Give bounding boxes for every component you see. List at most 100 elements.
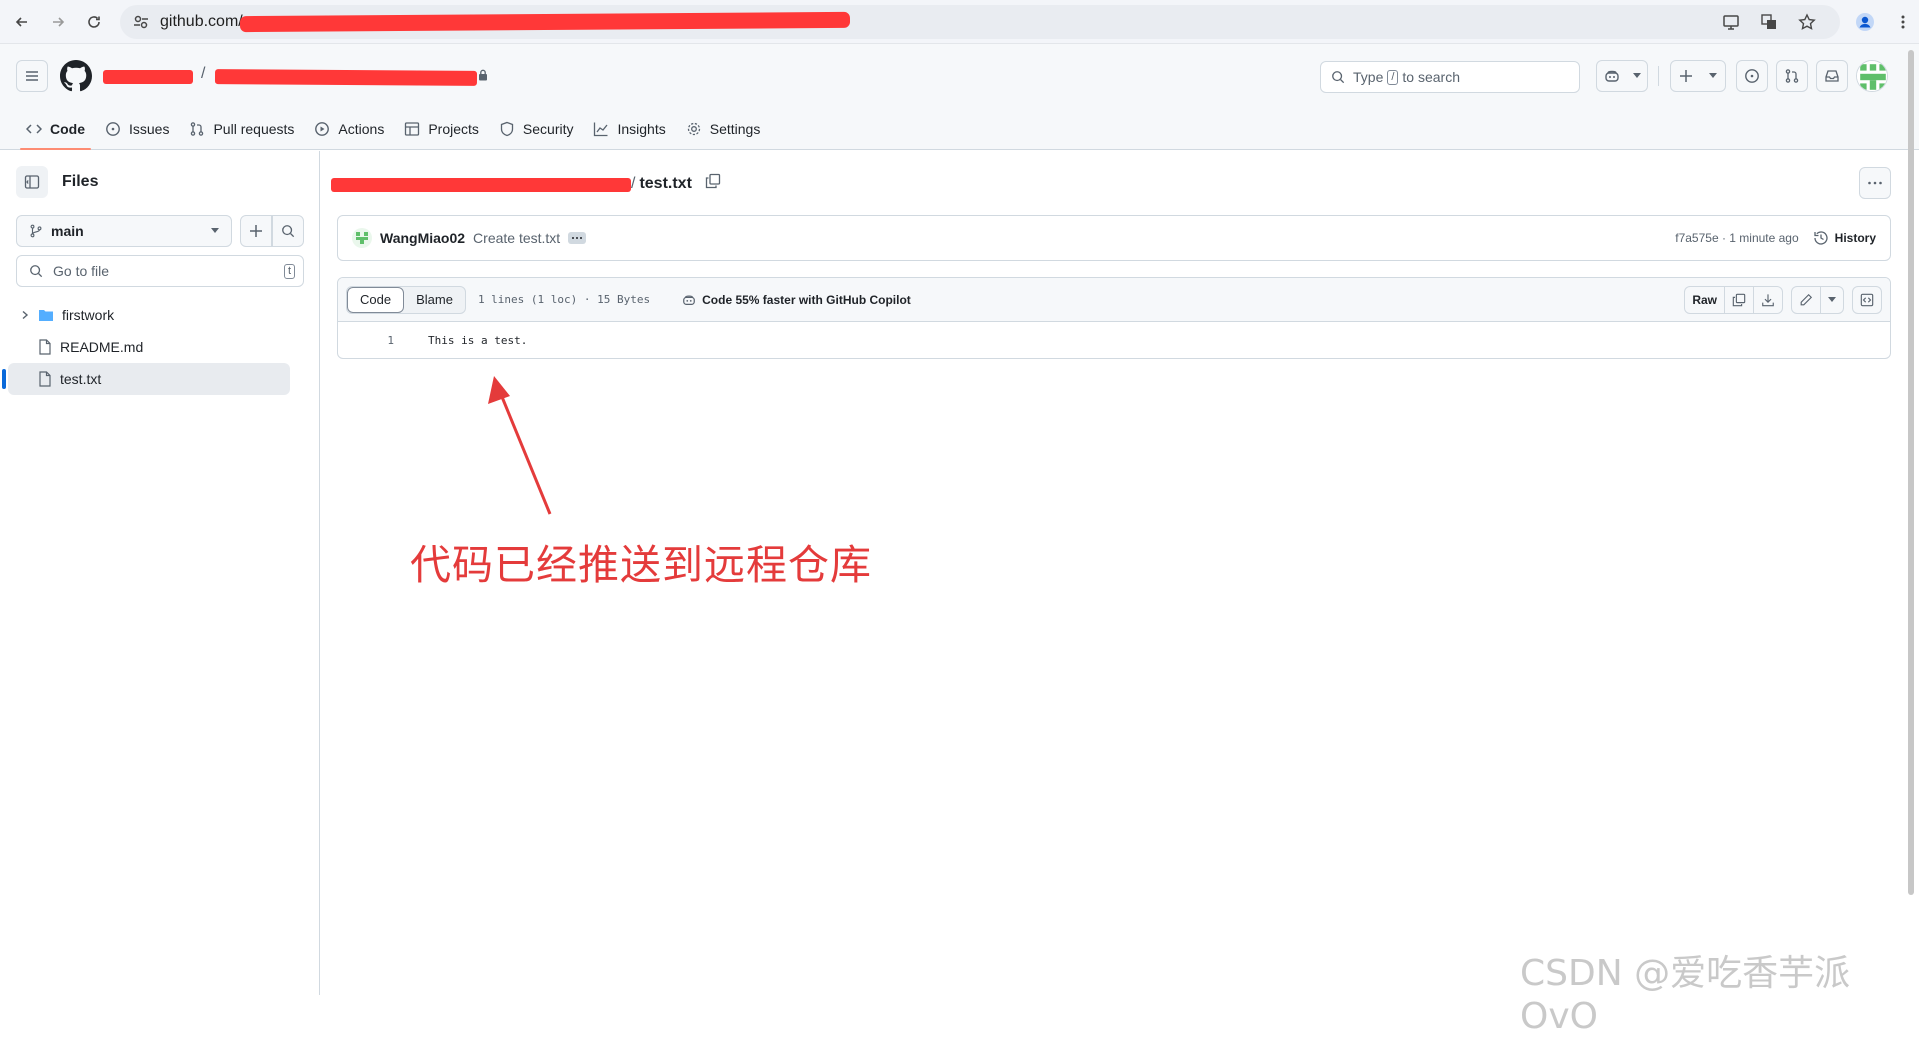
translate-icon[interactable] — [1753, 6, 1785, 38]
copilot-promo[interactable]: Code 55% faster with GitHub Copilot — [682, 293, 911, 307]
tab-projects[interactable]: Projects — [394, 108, 489, 150]
plus-icon — [250, 225, 262, 237]
symbols-button[interactable] — [1853, 287, 1881, 313]
go-to-file-shortcut: t — [283, 263, 295, 279]
edit-dropdown-button[interactable] — [1820, 286, 1843, 313]
copy-icon — [1732, 293, 1746, 306]
issue-opened-icon — [1745, 69, 1759, 83]
download-button[interactable] — [1753, 286, 1782, 313]
branch-select[interactable]: main — [16, 215, 232, 247]
pull-requests-button[interactable] — [1776, 60, 1808, 92]
folder-icon — [39, 310, 53, 321]
header-divider — [1658, 66, 1659, 86]
tab-actions[interactable]: Actions — [304, 108, 394, 150]
search-label: Type — [1353, 69, 1384, 85]
history-button[interactable]: History — [1813, 230, 1876, 246]
forward-icon[interactable] — [42, 6, 74, 38]
scrollbar-thumb[interactable] — [1908, 50, 1914, 895]
tab-security[interactable]: Security — [489, 108, 584, 150]
reload-icon[interactable] — [78, 6, 110, 38]
file-icon — [39, 339, 51, 355]
raw-actions: Raw — [1684, 285, 1783, 314]
repo-header: / Type / to search Code Issues Pull requ… — [0, 44, 1919, 150]
site-info-icon[interactable] — [132, 13, 150, 31]
search-input[interactable]: Type / to search — [1320, 61, 1580, 93]
repo-redaction — [214, 69, 478, 86]
tab-label: Insights — [617, 121, 666, 137]
address-bar[interactable]: github.com/ — [120, 5, 1840, 39]
raw-button[interactable]: Raw — [1685, 287, 1724, 313]
tab-code[interactable]: Code — [16, 108, 95, 150]
line-text[interactable]: This is a test. — [428, 334, 527, 347]
user-avatar[interactable] — [1856, 60, 1888, 92]
create-new-button[interactable] — [1670, 60, 1726, 92]
file-content-box: Code Blame 1 lines (1 loc) · 15 Bytes Co… — [337, 277, 1891, 359]
branch-name: main — [51, 223, 84, 239]
tree-item-file-selected[interactable]: test.txt — [2, 363, 290, 395]
author-avatar[interactable] — [352, 228, 372, 248]
latest-commit: WangMiao02 Create test.txt f7a575e · 1 m… — [337, 215, 1891, 261]
hamburger-icon — [26, 71, 38, 81]
file-icon — [39, 371, 51, 387]
issues-button[interactable] — [1736, 60, 1768, 92]
tab-pull-requests[interactable]: Pull requests — [179, 108, 304, 150]
plus-icon — [1680, 70, 1692, 82]
page-scrollbar[interactable] — [1906, 50, 1916, 895]
code-view-tab[interactable]: Code — [347, 286, 405, 313]
tab-label: Pull requests — [213, 121, 295, 137]
tab-label: Actions — [338, 121, 385, 137]
code-line: 1 This is a test. — [338, 322, 1890, 358]
back-icon[interactable] — [6, 6, 38, 38]
edit-button[interactable] — [1792, 287, 1820, 313]
tab-label: Code — [50, 121, 85, 137]
blame-view-tab[interactable]: Blame — [404, 287, 465, 313]
pencil-icon — [1800, 293, 1813, 305]
owner-redaction — [103, 70, 193, 84]
view-toggle: Code Blame — [346, 285, 466, 314]
tree-item-file[interactable]: README.md — [8, 331, 290, 363]
symbols-actions — [1852, 285, 1882, 314]
table-icon — [405, 122, 420, 136]
download-icon — [1762, 293, 1774, 306]
copilot-icon — [1604, 70, 1619, 82]
git-pull-request-icon — [1785, 69, 1799, 83]
profile-icon[interactable] — [1849, 6, 1881, 38]
sidebar-collapse-icon — [24, 175, 40, 189]
global-menu-button[interactable] — [16, 60, 48, 92]
browser-menu-icon[interactable] — [1887, 6, 1919, 38]
commit-hash-time[interactable]: f7a575e · 1 minute ago — [1675, 231, 1798, 245]
tab-issues[interactable]: Issues — [95, 108, 179, 150]
cast-icon[interactable] — [1715, 6, 1747, 38]
tree-item-label: firstwork — [62, 307, 115, 323]
history-icon — [1814, 231, 1828, 245]
line-number[interactable]: 1 — [338, 334, 394, 347]
copy-path-icon[interactable] — [705, 173, 721, 189]
edit-actions — [1791, 285, 1844, 314]
annotation-arrow-icon — [488, 376, 552, 515]
copilot-icon — [683, 294, 695, 305]
search-files-button[interactable] — [272, 215, 304, 247]
chevron-down-icon — [1709, 73, 1717, 78]
expand-commit-icon[interactable] — [568, 232, 587, 244]
inbox-button[interactable] — [1816, 60, 1848, 92]
annotation-text: 代码已经推送到远程仓库 — [410, 541, 872, 589]
tree-item-folder[interactable]: firstwork — [8, 299, 290, 331]
commit-author[interactable]: WangMiao02 — [380, 230, 465, 246]
tab-settings[interactable]: Settings — [676, 108, 771, 150]
more-options-button[interactable] — [1859, 167, 1891, 199]
git-pull-request-icon — [191, 122, 204, 136]
url-text[interactable]: github.com/ — [160, 13, 243, 31]
file-name: test.txt — [639, 175, 692, 192]
tab-insights[interactable]: Insights — [583, 108, 675, 150]
bookmark-star-icon[interactable] — [1791, 6, 1823, 38]
copy-raw-button[interactable] — [1724, 286, 1753, 313]
add-file-button[interactable] — [240, 215, 272, 247]
commit-message[interactable]: Create test.txt — [473, 230, 560, 246]
copilot-button[interactable] — [1596, 60, 1648, 92]
collapse-sidebar-button[interactable] — [16, 166, 48, 198]
copilot-promo-text: Code 55% faster with GitHub Copilot — [702, 292, 911, 307]
go-to-file-input[interactable]: Go to file t — [16, 255, 304, 287]
code-square-icon — [1860, 293, 1874, 306]
search-shortcut-key: / — [1387, 69, 1399, 85]
github-logo-icon[interactable] — [60, 60, 92, 92]
